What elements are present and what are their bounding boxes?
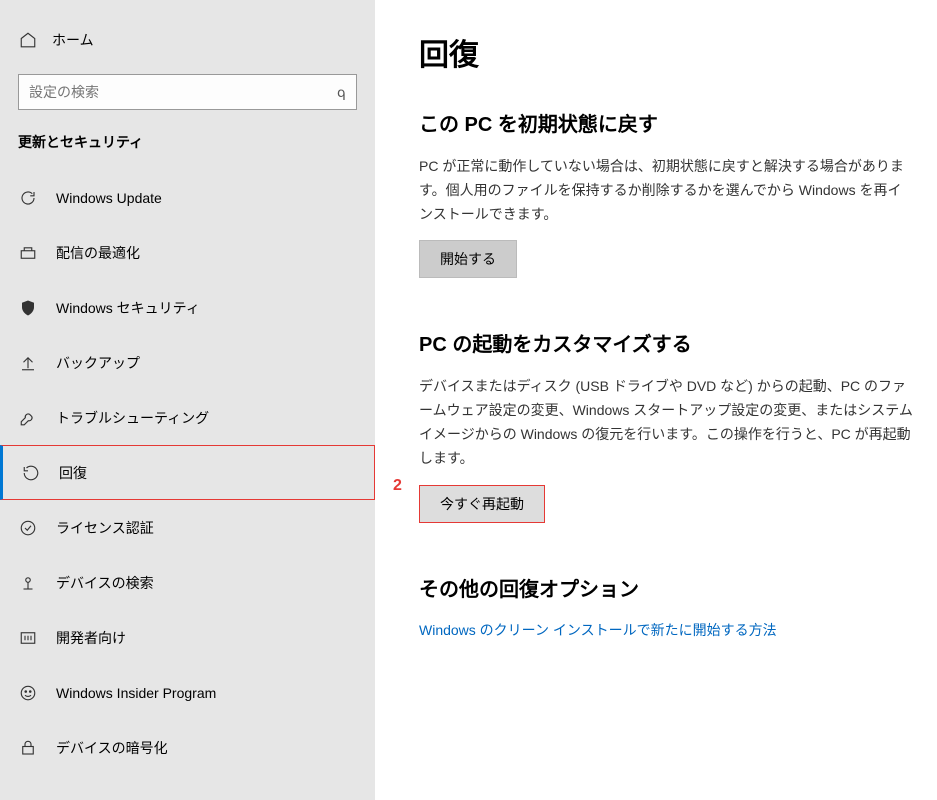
delivery-icon [18, 244, 38, 262]
find-device-icon [18, 574, 38, 592]
clean-install-link[interactable]: Windows のクリーン インストールで新たに開始する方法 [419, 622, 777, 638]
sidebar-item-windows-update[interactable]: Windows Update [0, 170, 375, 225]
sidebar-item-label: Windows Insider Program [56, 685, 216, 701]
page-title: 回復 [419, 30, 913, 74]
sidebar-item-label: 回復 [59, 463, 87, 483]
sync-icon [18, 189, 38, 207]
wrench-icon [18, 409, 38, 427]
sidebar-item-activation[interactable]: ライセンス認証 [0, 500, 375, 555]
sidebar-item-label: トラブルシューティング [56, 408, 209, 428]
sidebar-item-security[interactable]: Windows セキュリティ [0, 280, 375, 335]
sidebar-item-label: デバイスの検索 [56, 573, 154, 593]
sidebar-item-recovery[interactable]: 1 回復 [0, 445, 375, 500]
recovery-icon [21, 464, 41, 482]
search-icon: ⍴ [337, 84, 346, 101]
search-input[interactable]: ⍴ [18, 74, 357, 110]
sidebar-item-troubleshoot[interactable]: トラブルシューティング [0, 390, 375, 445]
reset-body: PC が正常に動作していない場合は、初期状態に戻すと解決する場合があります。個人… [419, 155, 913, 226]
other-heading: その他の回復オプション [419, 573, 913, 602]
sidebar-nav: Windows Update 配信の最適化 Windows セキュリティ [0, 170, 375, 775]
sidebar-item-label: Windows セキュリティ [56, 298, 200, 318]
sidebar-item-label: バックアップ [56, 353, 140, 373]
sidebar-item-label: デバイスの暗号化 [56, 738, 168, 758]
backup-icon [18, 354, 38, 372]
sidebar-item-insider[interactable]: Windows Insider Program [0, 665, 375, 720]
reset-pc-section: この PC を初期状態に戻す PC が正常に動作していない場合は、初期状態に戻す… [419, 108, 913, 278]
sidebar-item-label: ライセンス認証 [56, 518, 154, 538]
sidebar-item-label: Windows Update [56, 190, 162, 206]
advanced-startup-section: PC の起動をカスタマイズする デバイスまたはディスク (USB ドライブや D… [419, 328, 913, 522]
check-circle-icon [18, 519, 38, 537]
restart-now-button[interactable]: 今すぐ再起動 [419, 485, 545, 523]
annotation-2: 2 [393, 477, 402, 495]
advanced-heading: PC の起動をカスタマイズする [419, 328, 913, 357]
other-recovery-section: その他の回復オプション Windows のクリーン インストールで新たに開始する… [419, 573, 913, 640]
reset-start-button[interactable]: 開始する [419, 240, 517, 278]
sidebar-item-encryption[interactable]: デバイスの暗号化 [0, 720, 375, 775]
sidebar: ホーム ⍴ 更新とセキュリティ Windows Update 配信の最適化 [0, 0, 375, 800]
sidebar-item-developers[interactable]: 開発者向け [0, 610, 375, 665]
sidebar-item-delivery-optimization[interactable]: 配信の最適化 [0, 225, 375, 280]
sidebar-section-title: 更新とセキュリティ [0, 132, 375, 170]
sidebar-item-label: 配信の最適化 [56, 243, 140, 263]
main-content: 回復 この PC を初期状態に戻す PC が正常に動作していない場合は、初期状態… [375, 0, 937, 800]
advanced-body: デバイスまたはディスク (USB ドライブや DVD など) からの起動、PC … [419, 375, 913, 470]
developer-icon [18, 629, 38, 647]
lock-icon [18, 739, 38, 757]
sidebar-item-label: 開発者向け [56, 628, 126, 648]
shield-icon [18, 299, 38, 317]
home-button[interactable]: ホーム [0, 30, 375, 74]
reset-heading: この PC を初期状態に戻す [419, 108, 913, 137]
sidebar-item-find-device[interactable]: デバイスの検索 [0, 555, 375, 610]
search-field[interactable] [29, 84, 337, 100]
home-icon [18, 31, 38, 49]
insider-icon [18, 684, 38, 702]
sidebar-item-backup[interactable]: バックアップ [0, 335, 375, 390]
home-label: ホーム [52, 30, 94, 50]
